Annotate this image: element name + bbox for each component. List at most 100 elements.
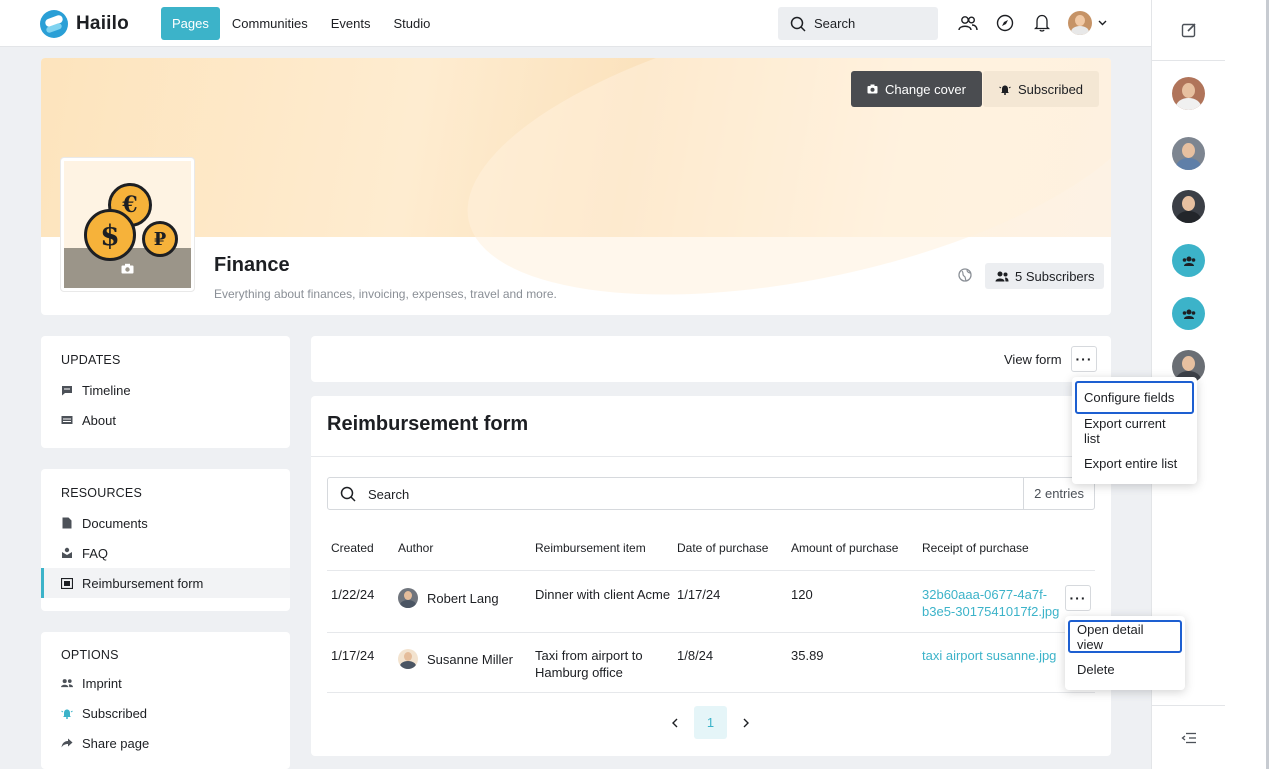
rail-bottom xyxy=(1152,705,1226,769)
global-search-label: Search xyxy=(814,16,856,31)
form-options-menu: Configure fields Export current list Exp… xyxy=(1072,377,1197,484)
faq-icon xyxy=(61,547,73,559)
receipt-link[interactable]: taxi airport susanne.jpg xyxy=(922,647,1056,664)
column-header-date[interactable]: Date of purchase xyxy=(677,541,768,555)
cell-author: Robert Lang xyxy=(398,588,499,608)
author-avatar xyxy=(398,649,418,669)
sidebar-item-label: Timeline xyxy=(82,382,131,398)
document-icon xyxy=(61,517,73,529)
subscribed-button[interactable]: Subscribed xyxy=(983,71,1100,107)
page-header-card: Change cover Subscribed € $ ₽ Finance Ev… xyxy=(41,58,1111,315)
menu-item-open-detail-view[interactable]: Open detail view xyxy=(1068,620,1182,653)
rail-group-avatar[interactable] xyxy=(1172,297,1205,330)
share-icon xyxy=(61,737,73,749)
receipt-line: b3e5-3017541017f2.jpg xyxy=(922,604,1060,619)
column-header-author[interactable]: Author xyxy=(398,541,433,555)
nav-communities[interactable]: Communities xyxy=(221,7,319,40)
search-icon xyxy=(340,486,356,502)
rail-contact-avatar[interactable] xyxy=(1172,190,1205,223)
dollar-coin-icon: $ xyxy=(84,209,136,261)
row-options-menu: Open detail view Delete xyxy=(1065,616,1185,690)
sidebar-item-about[interactable]: About xyxy=(41,405,290,435)
cell-date: 1/17/24 xyxy=(677,587,721,602)
sidebar-item-label: Imprint xyxy=(82,675,122,691)
view-form-link[interactable]: View form xyxy=(1004,352,1062,367)
subscribers-button[interactable]: 5 Subscribers xyxy=(985,263,1105,289)
group-icon xyxy=(1182,256,1195,266)
sidebar-item-timeline[interactable]: Timeline xyxy=(41,375,290,405)
sidebar-item-subscribed[interactable]: Subscribed xyxy=(41,698,290,728)
menu-item-export-current-list[interactable]: Export current list xyxy=(1075,414,1194,447)
nav-events[interactable]: Events xyxy=(320,7,382,40)
reimbursement-form-card: Reimbursement form Search 2 entries Crea… xyxy=(311,396,1111,756)
nav-pages[interactable]: Pages xyxy=(161,7,220,40)
bell-ringing-icon xyxy=(999,85,1011,95)
more-horizontal-icon: ··· xyxy=(1075,351,1093,367)
resources-card: RESOURCES Documents FAQ Reimbursement fo… xyxy=(41,469,290,611)
haiilo-logo-icon xyxy=(40,10,68,38)
change-cover-label: Change cover xyxy=(885,81,966,97)
sidebar-item-reimbursement-form[interactable]: Reimbursement form xyxy=(41,568,290,598)
author-name: Susanne Miller xyxy=(427,651,513,667)
menu-item-configure-fields[interactable]: Configure fields xyxy=(1075,381,1194,414)
item-line: Taxi from airport to xyxy=(535,648,643,663)
more-horizontal-icon: ··· xyxy=(1069,590,1087,606)
comment-icon xyxy=(61,384,73,396)
table-search-input[interactable]: Search xyxy=(368,487,409,502)
item-line: Hamburg office xyxy=(535,665,623,680)
sidebar-item-label: FAQ xyxy=(82,545,109,561)
sidebar-item-documents[interactable]: Documents xyxy=(41,508,290,538)
row-more-button[interactable]: ··· xyxy=(1065,585,1091,611)
group-icon xyxy=(1182,309,1195,319)
updates-heading: UPDATES xyxy=(61,353,121,367)
next-page-button[interactable] xyxy=(739,716,753,730)
globe-icon xyxy=(958,268,972,282)
cell-amount: 120 xyxy=(791,587,813,602)
receipt-link[interactable]: 32b60aaa-0677-4a7f- b3e5-3017541017f2.jp… xyxy=(922,586,1059,620)
menu-item-delete[interactable]: Delete xyxy=(1068,653,1182,686)
camera-icon xyxy=(121,263,134,274)
compass-icon[interactable] xyxy=(993,10,1017,36)
compose-icon[interactable] xyxy=(1181,22,1197,38)
sidebar-item-share-page[interactable]: Share page xyxy=(41,728,290,758)
global-search-button[interactable]: Search xyxy=(778,7,938,40)
divider xyxy=(327,570,1095,571)
sidebar-item-label: Documents xyxy=(82,515,148,531)
page-button-current[interactable]: 1 xyxy=(694,706,727,739)
rail-contact-avatar[interactable] xyxy=(1172,137,1205,170)
form-more-button[interactable]: ··· xyxy=(1071,346,1097,372)
divider xyxy=(327,632,1095,633)
colleagues-icon[interactable] xyxy=(956,10,980,36)
haiilo-logo[interactable]: Haiilo xyxy=(40,10,129,38)
menu-item-export-entire-list[interactable]: Export entire list xyxy=(1075,447,1194,480)
table-search-field[interactable]: Search 2 entries xyxy=(327,477,1095,510)
sidebar-item-label: About xyxy=(82,412,116,428)
chevron-down-icon xyxy=(1098,20,1106,26)
pagination: 1 xyxy=(668,706,753,739)
subscribed-label: Subscribed xyxy=(1018,81,1084,97)
sidebar-item-imprint[interactable]: Imprint xyxy=(41,668,290,698)
previous-page-button[interactable] xyxy=(668,716,682,730)
notifications-bell-icon[interactable] xyxy=(1030,10,1054,36)
page-avatar[interactable]: € $ ₽ xyxy=(61,158,194,291)
cell-amount: 35.89 xyxy=(791,648,824,663)
column-header-created[interactable]: Created xyxy=(331,541,374,555)
main-nav: Pages Communities Events Studio xyxy=(161,7,442,40)
column-header-receipt[interactable]: Receipt of purchase xyxy=(922,541,1029,555)
top-icons xyxy=(956,10,1107,36)
column-header-amount[interactable]: Amount of purchase xyxy=(791,541,898,555)
user-menu[interactable] xyxy=(1067,10,1107,36)
chevron-right-icon xyxy=(743,718,749,727)
ruble-coin-icon: ₽ xyxy=(142,221,178,257)
collapse-rail-icon[interactable] xyxy=(1181,732,1197,744)
rail-group-avatar[interactable] xyxy=(1172,244,1205,277)
change-cover-button[interactable]: Change cover xyxy=(851,71,982,107)
author-name: Robert Lang xyxy=(427,590,499,606)
users-icon xyxy=(61,677,73,689)
resources-heading: RESOURCES xyxy=(61,486,142,500)
rail-contact-avatar[interactable] xyxy=(1172,77,1205,110)
options-heading: OPTIONS xyxy=(61,648,119,662)
column-header-item[interactable]: Reimbursement item xyxy=(535,541,646,555)
nav-studio[interactable]: Studio xyxy=(382,7,441,40)
sidebar-item-faq[interactable]: FAQ xyxy=(41,538,290,568)
